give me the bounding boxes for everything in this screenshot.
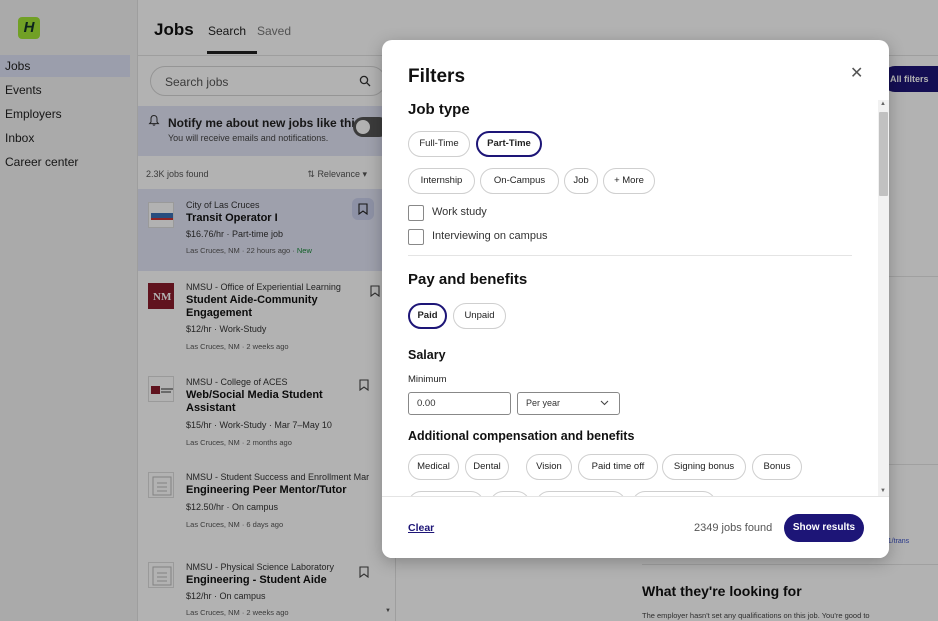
- chip-part-time[interactable]: Part-Time: [476, 131, 542, 157]
- close-icon[interactable]: ✕: [850, 63, 863, 83]
- chip-internship[interactable]: Internship: [408, 168, 475, 194]
- show-results-button[interactable]: Show results: [784, 514, 864, 542]
- results-found-text: 2349 jobs found: [694, 522, 773, 534]
- pay-period-value: Per year: [526, 398, 561, 408]
- pay-heading: Pay and benefits: [408, 271, 528, 288]
- chip-unpaid[interactable]: Unpaid: [453, 303, 506, 329]
- compensation-heading: Additional compensation and benefits: [408, 429, 635, 443]
- work-study-label: Work study: [432, 206, 487, 218]
- chip-on-campus[interactable]: On-Campus: [480, 168, 559, 194]
- interviewing-on-campus-checkbox[interactable]: [408, 229, 424, 245]
- modal-scrollbar[interactable]: ▲ ▼: [878, 100, 889, 498]
- chip-bonus[interactable]: Bonus: [752, 454, 802, 480]
- minimum-salary-input[interactable]: 0.00: [408, 392, 511, 415]
- salary-heading: Salary: [408, 348, 446, 362]
- chip-medical[interactable]: Medical: [408, 454, 459, 480]
- work-study-checkbox[interactable]: [408, 205, 424, 221]
- chip-signing-bonus[interactable]: Signing bonus: [662, 454, 746, 480]
- modal-title: Filters: [408, 66, 466, 87]
- chip-paid-time-off[interactable]: Paid time off: [578, 454, 658, 480]
- chip-paid[interactable]: Paid: [408, 303, 447, 329]
- chip-more[interactable]: + More: [603, 168, 655, 194]
- minimum-label: Minimum: [408, 374, 447, 385]
- modal-footer: Clear 2349 jobs found Show results: [382, 496, 889, 558]
- chevron-down-icon: [600, 400, 609, 406]
- interviewing-on-campus-label: Interviewing on campus: [432, 230, 548, 242]
- job-type-heading: Job type: [408, 101, 470, 118]
- pay-period-select[interactable]: Per year: [517, 392, 620, 415]
- clear-button[interactable]: Clear: [408, 522, 434, 534]
- scroll-up-arrow[interactable]: ▲: [880, 101, 886, 107]
- filters-modal: Filters ✕ Job type Full-Time Part-Time I…: [382, 40, 889, 558]
- chip-vision[interactable]: Vision: [526, 454, 572, 480]
- scroll-thumb[interactable]: [879, 112, 888, 196]
- chip-dental[interactable]: Dental: [465, 454, 509, 480]
- divider: [408, 255, 852, 256]
- filters-body: Job type Full-Time Part-Time Internship …: [382, 96, 879, 496]
- chip-full-time[interactable]: Full-Time: [408, 131, 470, 157]
- scroll-down-arrow[interactable]: ▼: [880, 488, 886, 494]
- chip-job[interactable]: Job: [564, 168, 598, 194]
